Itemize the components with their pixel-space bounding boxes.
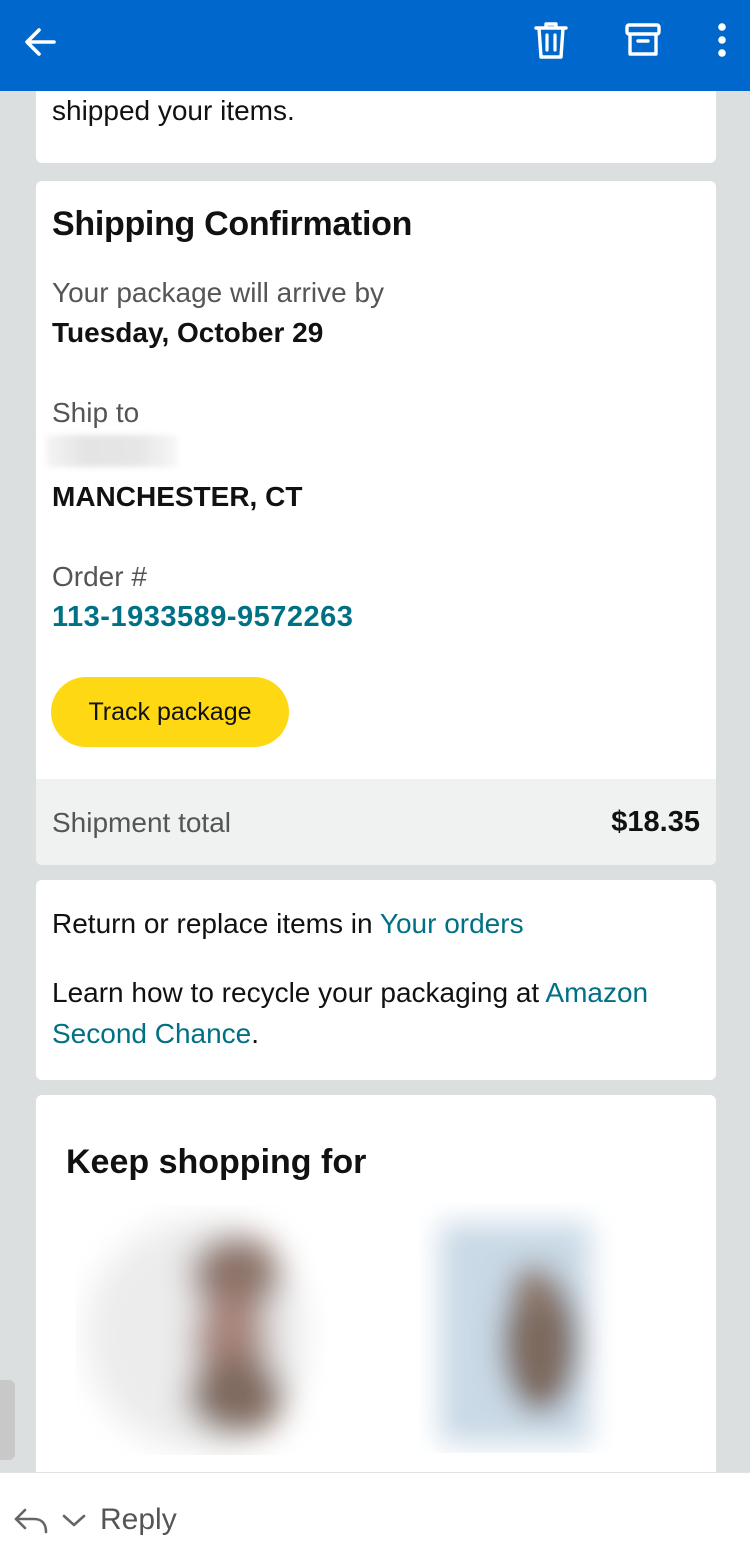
reply-label: Reply xyxy=(100,1503,177,1536)
redacted-recipient-name xyxy=(46,435,178,467)
order-number-label: Order # xyxy=(52,561,147,592)
archive-button[interactable] xyxy=(616,13,670,67)
shipment-total-row: Shipment total $18.35 xyxy=(36,779,716,865)
intro-card: shipped your items. xyxy=(36,91,716,163)
returns-card: Return or replace items in Your orders L… xyxy=(36,880,716,1080)
intro-text: shipped your items. xyxy=(52,95,295,126)
product-image-1[interactable] xyxy=(76,1205,326,1455)
scroll-handle[interactable] xyxy=(0,1380,15,1460)
product-image-1-blurred xyxy=(86,1220,306,1450)
email-body[interactable]: shipped your items. Shipping Confirmatio… xyxy=(22,91,728,1472)
keep-shopping-title: Keep shopping for xyxy=(66,1143,367,1181)
top-app-bar xyxy=(0,0,750,91)
return-text: Return or replace items in Your orders xyxy=(52,908,524,940)
recycle-text: Learn how to recycle your packaging at A… xyxy=(52,972,692,1054)
ship-to-city: MANCHESTER, CT xyxy=(52,481,303,512)
chevron-down-icon[interactable] xyxy=(60,1510,88,1530)
reply-bar: Reply xyxy=(0,1472,750,1567)
more-options-button[interactable] xyxy=(704,13,740,67)
product-image-2-blurred xyxy=(440,1223,590,1443)
product-image-2[interactable] xyxy=(420,1203,620,1453)
trash-icon xyxy=(534,22,568,59)
arrow-left-icon xyxy=(25,28,56,56)
reply-button[interactable]: Reply xyxy=(12,1497,177,1543)
shipment-total-value: $18.35 xyxy=(611,806,700,838)
ship-to-label: Ship to xyxy=(52,397,140,428)
return-prefix: Return or replace items in xyxy=(52,908,380,939)
your-orders-link[interactable]: Your orders xyxy=(380,908,524,939)
recycle-prefix: Learn how to recycle your packaging at xyxy=(52,977,546,1008)
recycle-suffix: . xyxy=(251,1018,260,1049)
track-package-button[interactable]: Track package xyxy=(51,677,289,747)
arrival-label: Your package will arrive by xyxy=(52,277,385,308)
shipping-confirmation-card: Shipping Confirmation Your package will … xyxy=(36,181,716,865)
order-number-link[interactable]: 113-1933589-9572263 xyxy=(52,601,353,634)
more-vertical-icon xyxy=(718,23,726,57)
back-button[interactable] xyxy=(14,16,66,68)
reply-arrow-icon xyxy=(14,1508,48,1534)
shipment-total-label: Shipment total xyxy=(52,807,231,838)
archive-box-icon xyxy=(625,23,661,56)
keep-shopping-card: Keep shopping for xyxy=(36,1095,716,1472)
arrival-date: Tuesday, October 29 xyxy=(52,317,324,348)
shipping-title: Shipping Confirmation xyxy=(52,205,413,243)
delete-button[interactable] xyxy=(524,13,578,67)
